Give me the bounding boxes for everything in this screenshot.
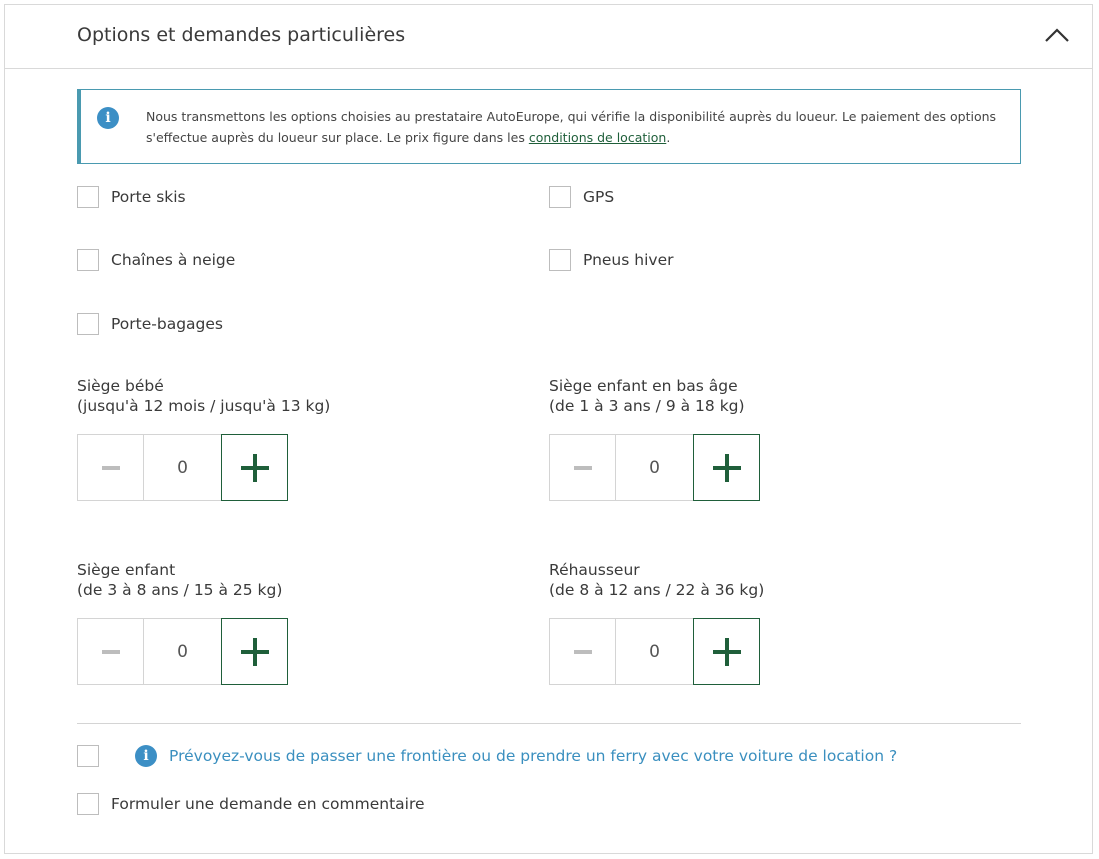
decrement-button[interactable] (549, 434, 615, 501)
border-question-wrap: i Prévoyez-vous de passer une frontière … (99, 745, 897, 767)
plus-icon (712, 453, 741, 482)
info-notice: i Nous transmettons les options choisies… (77, 89, 1021, 164)
checkbox[interactable] (549, 249, 571, 271)
minus-icon (101, 649, 120, 654)
option-label: Porte skis (111, 188, 186, 206)
section-header[interactable]: Options et demandes particulières (5, 5, 1092, 69)
increment-button[interactable] (221, 618, 288, 685)
border-crossing-option[interactable]: i Prévoyez-vous de passer une frontière … (77, 745, 897, 767)
seat-detail: (de 1 à 3 ans / 9 à 18 kg) (549, 397, 745, 415)
seat-label-toddler: Siège enfant en bas âge (de 1 à 3 ans / … (549, 376, 745, 416)
seat-title: Siège enfant (77, 561, 176, 579)
seat-detail: (de 3 à 8 ans / 15 à 25 kg) (77, 581, 283, 599)
checkbox[interactable] (77, 745, 99, 767)
minus-icon (101, 465, 120, 470)
plus-icon (240, 453, 269, 482)
plus-icon (240, 637, 269, 666)
decrement-button[interactable] (549, 618, 615, 685)
quantity-stepper-child: 0 (77, 618, 288, 685)
option-roof-rack[interactable]: Porte-bagages (77, 313, 223, 335)
seat-detail: (jusqu'à 12 mois / jusqu'à 13 kg) (77, 397, 331, 415)
divider (77, 723, 1021, 724)
option-label: Formuler une demande en commentaire (111, 795, 425, 813)
checkbox[interactable] (77, 249, 99, 271)
quantity-stepper-toddler: 0 (549, 434, 760, 501)
quantity-value: 0 (143, 618, 221, 685)
seat-detail: (de 8 à 12 ans / 22 à 36 kg) (549, 581, 765, 599)
option-label: Pneus hiver (583, 251, 674, 269)
increment-button[interactable] (221, 434, 288, 501)
plus-icon (712, 637, 741, 666)
quantity-stepper-baby: 0 (77, 434, 288, 501)
seat-title: Siège bébé (77, 377, 164, 395)
info-text-end: . (666, 130, 671, 145)
option-label: GPS (583, 188, 615, 206)
option-label: Porte-bagages (111, 315, 223, 333)
seat-title: Siège enfant en bas âge (549, 377, 738, 395)
minus-icon (573, 465, 592, 470)
info-icon: i (97, 107, 119, 129)
option-winter-tires[interactable]: Pneus hiver (549, 249, 673, 271)
rental-conditions-link[interactable]: conditions de location (529, 130, 666, 145)
seat-label-baby: Siège bébé (jusqu'à 12 mois / jusqu'à 13… (77, 376, 330, 416)
quantity-value: 0 (143, 434, 221, 501)
decrement-button[interactable] (77, 434, 143, 501)
seat-label-child: Siège enfant (de 3 à 8 ans / 15 à 25 kg) (77, 560, 282, 600)
info-icon[interactable]: i (135, 745, 157, 767)
seat-label-booster: Réhausseur (de 8 à 12 ans / 22 à 36 kg) (549, 560, 764, 600)
border-crossing-question[interactable]: Prévoyez-vous de passer une frontière ou… (169, 747, 897, 765)
checkbox[interactable] (549, 186, 571, 208)
decrement-button[interactable] (77, 618, 143, 685)
increment-button[interactable] (693, 434, 760, 501)
option-gps[interactable]: GPS (549, 186, 614, 208)
chevron-up-icon[interactable] (1044, 25, 1070, 45)
option-label: Chaînes à neige (111, 251, 236, 269)
options-panel: Options et demandes particulières i Nous… (4, 4, 1093, 854)
quantity-stepper-booster: 0 (549, 618, 760, 685)
quantity-value: 0 (615, 618, 693, 685)
minus-icon (573, 649, 592, 654)
section-title: Options et demandes particulières (77, 24, 406, 46)
increment-button[interactable] (693, 618, 760, 685)
quantity-value: 0 (615, 434, 693, 501)
checkbox[interactable] (77, 793, 99, 815)
option-snow-chains[interactable]: Chaînes à neige (77, 249, 235, 271)
seat-title: Réhausseur (549, 561, 640, 579)
option-ski-rack[interactable]: Porte skis (77, 186, 186, 208)
info-text: Nous transmettons les options choisies a… (146, 106, 1016, 148)
comment-request-option[interactable]: Formuler une demande en commentaire (77, 793, 425, 815)
checkbox[interactable] (77, 186, 99, 208)
checkbox[interactable] (77, 313, 99, 335)
